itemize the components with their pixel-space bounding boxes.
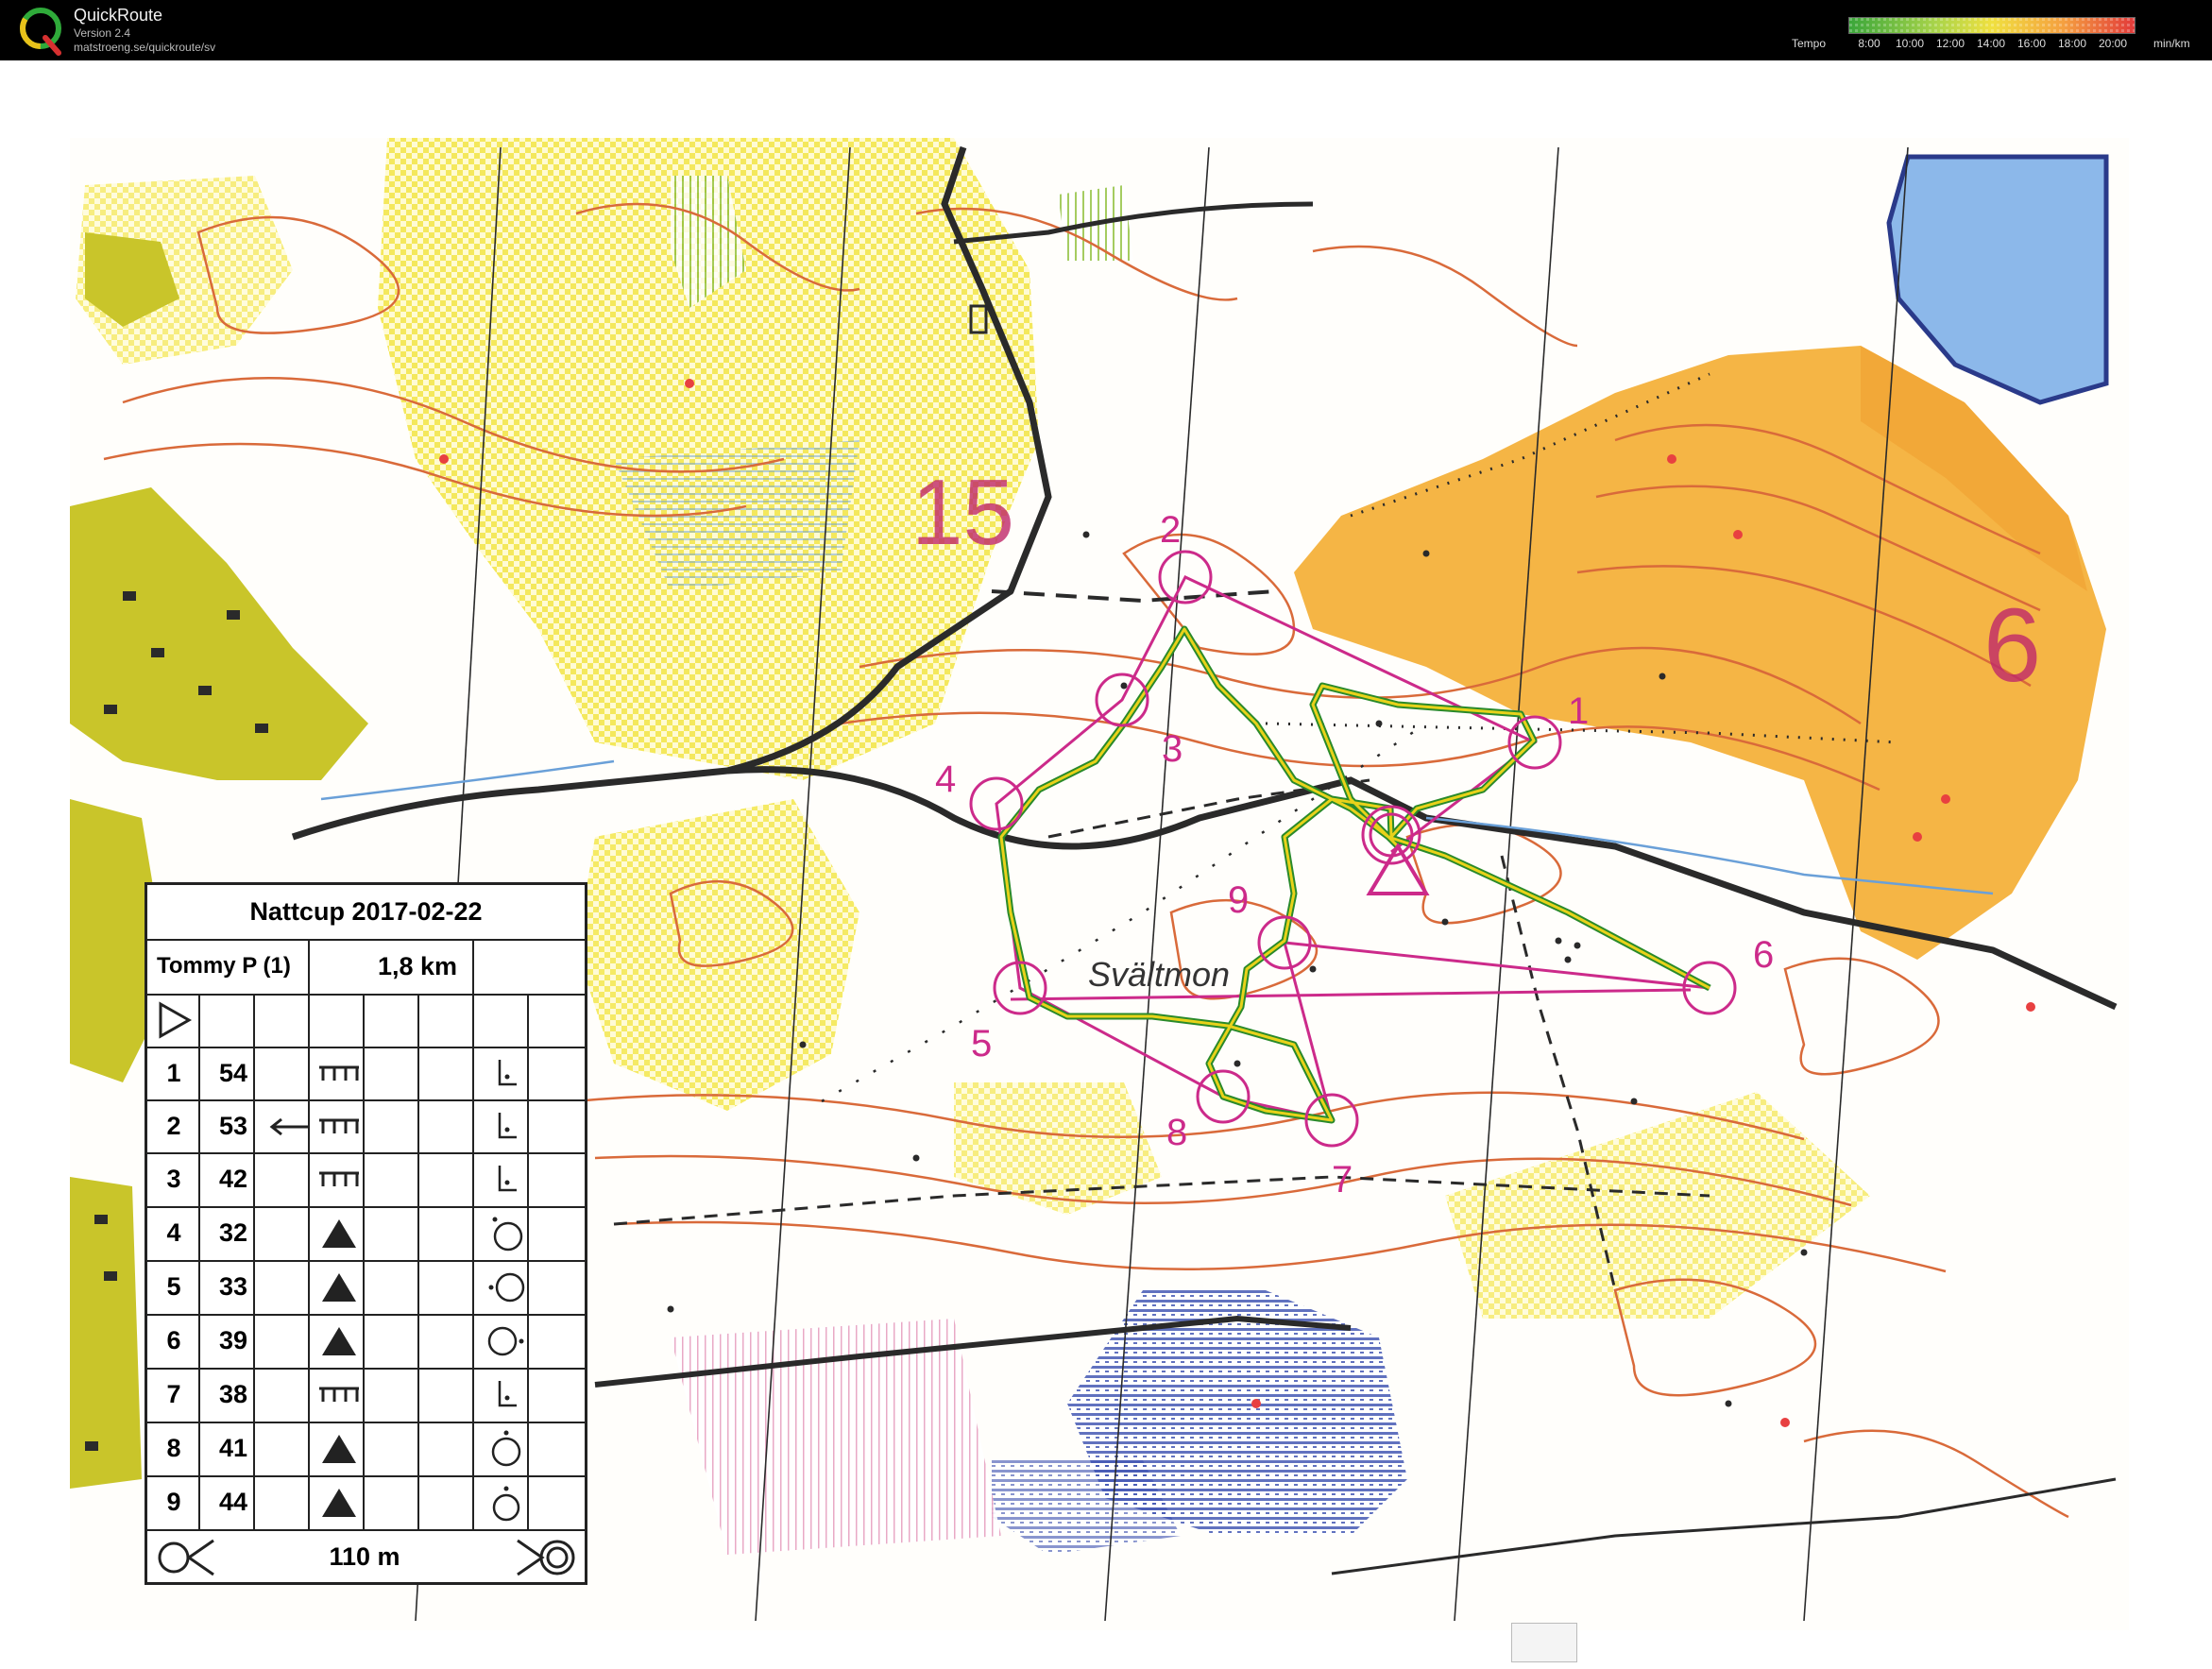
control-code: 32 (218, 1218, 248, 1247)
course-distance: 1,8 km (377, 952, 458, 980)
control-code: 33 (218, 1272, 248, 1301)
tempo-tick: 16:00 (2016, 37, 2047, 50)
ditch-symbol-icon (319, 1171, 359, 1186)
control-description-row: 4 32 (147, 1206, 585, 1262)
runner-row: Tommy P (1) 1,8 km (147, 939, 585, 996)
grid-divider (472, 994, 474, 1531)
tempo-ticks: 8:00 10:00 12:00 14:00 16:00 18:00 20:00 (1848, 37, 2134, 52)
boulder-triangle-icon (322, 1489, 356, 1517)
location-east-circle-icon (487, 1326, 524, 1356)
map-canvas[interactable]: 15 6 Svältmon 1 2 3 4 5 6 7 8 9 Nattcup … (9, 62, 2197, 1660)
grid-divider (198, 994, 200, 1531)
forbidden-area (671, 1319, 1001, 1555)
ditch-symbol-icon (319, 1387, 359, 1402)
location-top-circle-icon (492, 1217, 523, 1252)
app-title: QuickRoute (74, 6, 163, 25)
location-corner-icon (498, 1166, 517, 1192)
control-number-2: 2 (1160, 509, 1181, 551)
scan-edge-tab (1511, 1623, 1577, 1662)
control-description-row: 8 41 (147, 1422, 585, 1477)
control-sequence: 8 (166, 1434, 181, 1462)
control-description-row: 3 42 (147, 1152, 585, 1208)
quickroute-logo-icon (20, 8, 61, 56)
control-sequence: 6 (166, 1326, 181, 1354)
finish-from-control-icon (158, 1539, 214, 1576)
control-number-9: 9 (1228, 879, 1249, 921)
tempo-tick: 14:00 (1976, 37, 2006, 50)
control-number-8: 8 (1166, 1112, 1187, 1153)
control-description-row: 5 33 (147, 1260, 585, 1316)
location-corner-icon (498, 1113, 517, 1139)
control-sequence: 3 (166, 1165, 181, 1193)
runner-name: Tommy P (1) (157, 953, 291, 979)
location-corner-icon (498, 1060, 517, 1086)
tempo-tick: 18:00 (2057, 37, 2087, 50)
location-north-circle-icon (492, 1486, 520, 1522)
tempo-tick: 12:00 (1935, 37, 1965, 50)
app-version: Version 2.4 (74, 26, 131, 40)
control-sequence: 4 (166, 1218, 181, 1247)
title-bar: QuickRoute Version 2.4 matstroeng.se/qui… (0, 0, 2212, 60)
control-description-row: 1 54 (147, 1047, 585, 1101)
control-number-5: 5 (971, 1023, 992, 1064)
grid-divider (308, 994, 310, 1531)
control-description-row: 7 38 (147, 1368, 585, 1423)
finish-circle-icon (517, 1539, 575, 1576)
control-code: 42 (218, 1165, 248, 1193)
tempo-tick: 8:00 (1858, 37, 1880, 50)
tempo-label: Tempo (1792, 37, 1827, 50)
grid-divider (527, 994, 529, 1531)
control-number-7: 7 (1332, 1159, 1353, 1201)
map-label-15: 15 (911, 460, 1014, 564)
control-sequence: 1 (166, 1059, 181, 1087)
boulder-triangle-icon (322, 1273, 356, 1302)
tempo-unit: min/km (2153, 37, 2190, 50)
control-number-1: 1 (1568, 690, 1589, 732)
boulder-triangle-icon (322, 1435, 356, 1463)
control-description-row: 9 44 (147, 1475, 585, 1531)
grid-divider (253, 994, 255, 1531)
finish-distance: 110 m (329, 1542, 400, 1571)
grid-divider (472, 939, 474, 994)
grid-divider (417, 994, 419, 1531)
location-west-circle-icon (488, 1272, 525, 1303)
ditch-symbol-icon (319, 1118, 359, 1133)
control-code: 54 (218, 1059, 248, 1087)
boulder-triangle-icon (322, 1327, 356, 1355)
control-description-card: Nattcup 2017-02-22 Tommy P (1) 1,8 km 1 … (145, 882, 587, 1585)
control-code: 41 (218, 1434, 248, 1462)
boulder-triangle-icon (322, 1219, 356, 1248)
control-sequence: 9 (166, 1488, 181, 1516)
event-title: Nattcup 2017-02-22 (147, 885, 585, 941)
tempo-tick: 10:00 (1895, 37, 1925, 50)
control-code: 39 (218, 1326, 248, 1354)
control-sequence: 5 (166, 1272, 181, 1301)
control-code: 53 (218, 1112, 248, 1140)
location-north-circle-icon (491, 1430, 521, 1467)
finish-row: 110 m (147, 1531, 585, 1582)
control-code: 38 (218, 1380, 248, 1408)
place-name: Svältmon (1088, 955, 1230, 994)
grid-divider (308, 939, 310, 994)
grid-divider (363, 994, 365, 1531)
ditch-symbol-icon (319, 1065, 359, 1081)
app-url[interactable]: matstroeng.se/quickroute/sv (74, 41, 215, 54)
map-label-6: 6 (1983, 588, 2041, 704)
control-code: 44 (218, 1488, 248, 1516)
location-corner-icon (498, 1381, 517, 1407)
control-sequence: 7 (166, 1380, 181, 1408)
control-number-6: 6 (1753, 934, 1774, 976)
control-number-3: 3 (1162, 728, 1183, 770)
control-number-4: 4 (935, 758, 956, 800)
control-sequence: 2 (166, 1112, 181, 1140)
tempo-color-scale (1848, 17, 2135, 34)
arrow-left-icon (269, 1117, 308, 1136)
control-description-row: 6 39 (147, 1314, 585, 1370)
start-triangle-icon (159, 1001, 193, 1039)
tempo-tick: 20:00 (2098, 37, 2128, 50)
start-row (147, 994, 585, 1048)
control-description-row: 2 53 (147, 1099, 585, 1154)
